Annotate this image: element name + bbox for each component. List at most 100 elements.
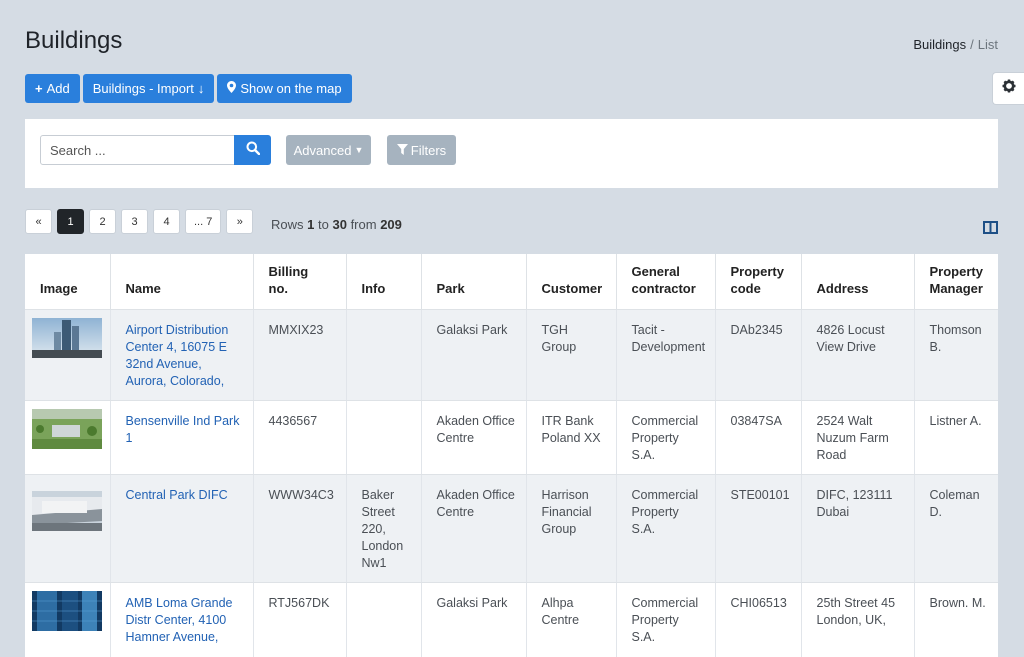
billing-cell: RTJ567DK (253, 582, 347, 657)
contractor-cell: Tacit - Development (616, 309, 716, 401)
billing-cell: 4436567 (253, 400, 347, 475)
customer-cell: ITR Bank Poland XX (526, 400, 617, 475)
toolbar: + Add Buildings - Import ↓ Show on the map (25, 74, 352, 103)
breadcrumb-current: List (977, 37, 998, 52)
park-cell: Akaden Office Centre (421, 400, 527, 475)
manager-cell: Brown. M. (914, 582, 998, 657)
page-prev[interactable]: « (25, 209, 52, 234)
rows-prefix: Rows (271, 217, 304, 232)
page-2[interactable]: 2 (89, 209, 116, 234)
columns-icon (983, 221, 998, 238)
map-marker-icon (227, 81, 237, 96)
page-4[interactable]: 4 (153, 209, 180, 234)
customer-cell: Alhpa Centre (526, 582, 617, 657)
search-icon (246, 141, 260, 160)
rows-from: 1 (307, 217, 315, 232)
aerial-field-thumbnail[interactable] (32, 408, 102, 449)
add-label: Add (46, 81, 70, 96)
info-cell (346, 400, 422, 475)
search-button[interactable] (234, 135, 271, 165)
advanced-label: Advanced (293, 142, 352, 158)
address-cell: DIFC, 123111 Dubai (801, 474, 915, 583)
col-header-property-code[interactable]: Property code (715, 254, 802, 310)
glass-tower-thumbnail[interactable] (32, 590, 102, 631)
page-3[interactable]: 3 (121, 209, 148, 234)
rows-total: 209 (380, 217, 402, 232)
map-label: Show on the map (240, 81, 342, 96)
chevron-down-icon: ▼ (354, 145, 364, 155)
col-header-contractor[interactable]: General contractor (616, 254, 716, 310)
search-input[interactable] (40, 135, 236, 165)
col-header-info[interactable]: Info (346, 254, 422, 310)
advanced-button[interactable]: Advanced ▼ (286, 135, 371, 165)
filters-button[interactable]: Filters (387, 135, 456, 165)
table-header-row: Image Name Billing no. Info Park Custome… (25, 254, 998, 310)
billing-cell: MMXIX23 (253, 309, 347, 401)
address-cell: 4826 Locust View Drive (801, 309, 915, 401)
col-header-address[interactable]: Address (801, 254, 915, 310)
plus-icon: + (35, 81, 43, 96)
customer-cell: TGH Group (526, 309, 617, 401)
manager-cell: Coleman D. (914, 474, 998, 583)
page-next[interactable]: » (226, 209, 254, 234)
park-cell: Galaksi Park (421, 582, 527, 657)
rows-info: Rows 1 to 30 from 209 (271, 217, 402, 232)
import-button[interactable]: Buildings - Import ↓ (82, 74, 215, 103)
warehouse-thumbnail[interactable] (32, 490, 102, 531)
pagination: « 1 2 3 4 ... 7 » (25, 209, 254, 234)
table-row[interactable]: AMB Loma Grande Distr Center, 4100 Hamne… (25, 582, 998, 657)
settings-button[interactable] (992, 72, 1024, 105)
import-label: Buildings - Import (92, 81, 194, 96)
info-cell: Baker Street 220, London Nw1 (346, 474, 422, 583)
table-row[interactable]: Bensenville Ind Park 1 4436567 Akaden Of… (25, 400, 998, 475)
table-row[interactable]: Central Park DIFC WWW34C3 Baker Street 2… (25, 474, 998, 583)
buildings-table: Image Name Billing no. Info Park Custome… (25, 254, 998, 657)
rows-from-word: from (350, 217, 377, 232)
breadcrumb-separator: / (970, 37, 974, 52)
col-header-billing[interactable]: Billing no. (253, 254, 347, 310)
park-cell: Galaksi Park (421, 309, 527, 401)
col-header-manager[interactable]: Property Manager (914, 254, 998, 310)
show-on-map-button[interactable]: Show on the map (217, 74, 352, 103)
billing-cell: WWW34C3 (253, 474, 347, 583)
contractor-cell: Commercial Property S.A. (616, 400, 716, 475)
col-header-customer[interactable]: Customer (526, 254, 617, 310)
columns-toggle[interactable] (983, 221, 998, 239)
add-button[interactable]: + Add (25, 74, 80, 103)
park-cell: Akaden Office Centre (421, 474, 527, 583)
table-row[interactable]: Airport Distribution Center 4, 16075 E 3… (25, 309, 998, 401)
address-cell: 25th Street 45 London, UK, (801, 582, 915, 657)
building-name-link[interactable]: Bensenville Ind Park 1 (126, 414, 240, 445)
info-cell (346, 309, 422, 401)
manager-cell: Thomson B. (914, 309, 998, 401)
page-title: Buildings (25, 27, 123, 54)
property-code-cell: DAb2345 (715, 309, 802, 401)
col-header-name[interactable]: Name (110, 254, 254, 310)
contractor-cell: Commercial Property S.A. (616, 474, 716, 583)
info-cell (346, 582, 422, 657)
building-name-link[interactable]: Central Park DIFC (126, 488, 228, 502)
contractor-cell: Commercial Property S.A. (616, 582, 716, 657)
col-header-image[interactable]: Image (25, 254, 111, 310)
property-code-cell: 03847SA (715, 400, 802, 475)
arrow-down-icon: ↓ (197, 81, 205, 96)
property-code-cell: CHI06513 (715, 582, 802, 657)
filters-label: Filters (410, 142, 447, 158)
rows-to: 30 (332, 217, 347, 232)
address-cell: 2524 Walt Nuzum Farm Road (801, 400, 915, 475)
building-name-link[interactable]: Airport Distribution Center 4, 16075 E 3… (126, 323, 229, 388)
rows-to-word: to (318, 217, 329, 232)
search-panel: Advanced▼ Filters (25, 119, 998, 188)
property-code-cell: STE00101 (715, 474, 802, 583)
col-header-park[interactable]: Park (421, 254, 527, 310)
gear-icon (1002, 79, 1016, 98)
filter-icon (396, 143, 408, 158)
page-7[interactable]: ... 7 (185, 209, 222, 234)
customer-cell: Harrison Financial Group (526, 474, 617, 583)
page-1[interactable]: 1 (57, 209, 84, 234)
breadcrumb-parent[interactable]: Buildings (913, 37, 966, 52)
breadcrumb: Buildings / List (913, 37, 998, 52)
manager-cell: Listner A. (914, 400, 998, 475)
building-name-link[interactable]: AMB Loma Grande Distr Center, 4100 Hamne… (126, 596, 233, 644)
building-tower-thumbnail[interactable] (32, 317, 102, 358)
